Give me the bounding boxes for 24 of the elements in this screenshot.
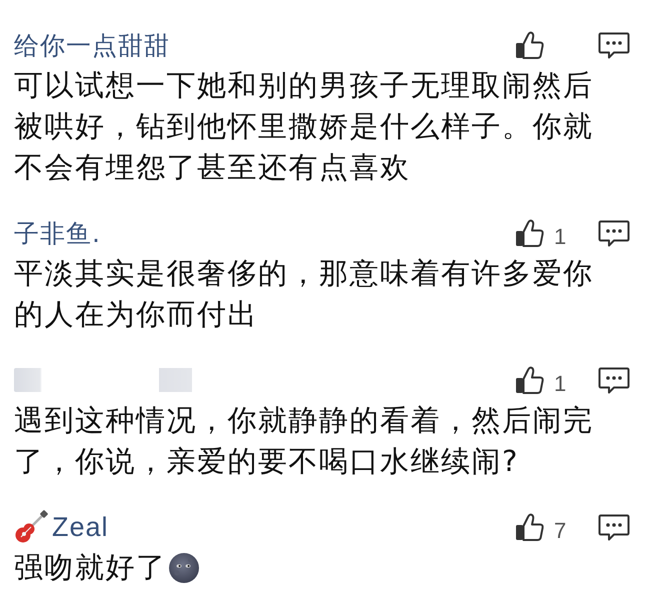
comment-bubble-icon [598, 366, 630, 394]
comment-button[interactable] [598, 32, 630, 58]
like-button[interactable]: 1 [515, 218, 566, 248]
comment-text: 可以试想一下她和别的男孩子无理取闹然后被哄好，钻到他怀里撒娇是什么样子。你就不会有埋怨了甚至还有点喜欢 [14, 67, 594, 186]
thumbs-up-icon [515, 513, 544, 541]
thumbs-up-icon [515, 366, 544, 394]
like-button[interactable]: 7 [515, 512, 566, 542]
comment-text: 平淡其实是很奢侈的，那意味着有许多爱你的人在为你而付出 [14, 255, 594, 333]
username[interactable]: Zeal [52, 512, 109, 542]
like-button[interactable]: 1 [515, 365, 566, 395]
comment-button[interactable] [598, 514, 630, 540]
thumbs-up-icon [515, 31, 544, 59]
username[interactable]: 子非鱼. [14, 216, 101, 250]
comment-bubble-icon [598, 220, 630, 246]
comment-button[interactable] [598, 366, 630, 394]
username[interactable]: 给你一点甜甜 [14, 28, 170, 62]
guitar-icon [14, 510, 48, 544]
thumbs-up-icon [515, 219, 544, 247]
like-button[interactable] [515, 31, 544, 59]
comment-bubble-icon [598, 514, 630, 540]
comment-text: 遇到这种情况，你就静静的看着，然后闹完了，你说，亲爱的要不喝口水继续闹? [14, 402, 594, 480]
comment-bubble-icon [598, 32, 630, 58]
comment-button[interactable] [598, 220, 630, 246]
comment-text: 强吻就好了 [14, 549, 166, 586]
